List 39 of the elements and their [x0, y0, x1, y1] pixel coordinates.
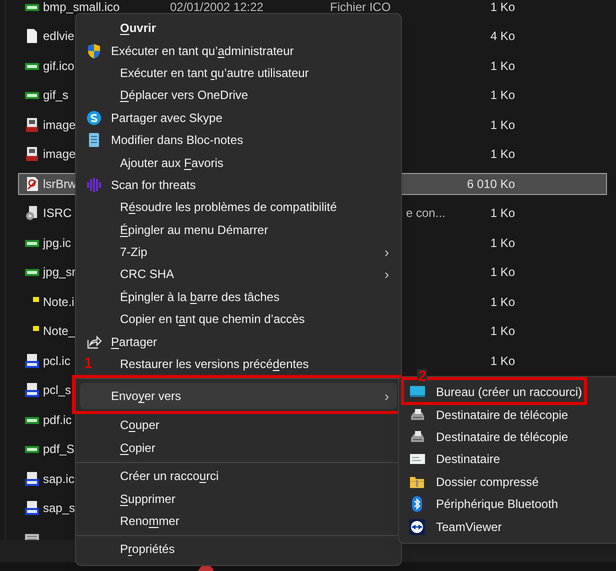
file-name: lsrBrw: [43, 176, 76, 191]
file-name: pcl_s: [43, 383, 72, 398]
file-size: 1 Ko: [490, 147, 515, 162]
file-date: 02/01/2002 12:22: [170, 0, 264, 14]
file-name: pdf.ic: [43, 412, 72, 427]
file-name: jpg.ic: [43, 236, 72, 250]
file-size: 1 Ko: [490, 324, 515, 338]
file-size: 6 010 Ko: [466, 176, 515, 191]
file-name: edlvie: [43, 29, 74, 44]
file-name: Note_: [43, 324, 76, 338]
file-size: 1 Ko: [490, 354, 515, 368]
file-name: sap_s: [43, 501, 76, 516]
file-name: pdf_S: [43, 442, 74, 456]
file-size: 1 Ko: [490, 88, 515, 102]
chevron-icon: ›: [384, 386, 389, 407]
callout-number: 2: [417, 369, 428, 384]
file-type: e con...: [406, 206, 446, 220]
file-size: 1 Ko: [490, 118, 515, 132]
chevron-icon: ›: [384, 242, 389, 263]
file-name: sap.ic: [43, 472, 74, 486]
file-size: 1 Ko: [490, 294, 515, 309]
file-name: jpg_sr: [43, 265, 76, 280]
file-name: image: [43, 147, 76, 162]
file-name: Note.i: [43, 294, 74, 309]
file-name: ISRC: [43, 206, 72, 220]
file-size: 1 Ko: [490, 265, 515, 280]
file-name: image: [43, 118, 76, 132]
file-name: gif_s: [43, 88, 68, 102]
file-size: 4 Ko: [490, 29, 515, 44]
callout-number: 1: [84, 356, 92, 372]
file-name: bmp_small.ico: [43, 0, 120, 14]
file-size: 1 Ko: [490, 206, 515, 220]
file-name: pcl.ic: [43, 354, 70, 368]
file-name: gif.ico: [43, 58, 74, 73]
file-size: 1 Ko: [490, 58, 515, 73]
file-type: Fichier ICO: [330, 0, 391, 14]
chevron-icon: ›: [384, 264, 389, 285]
file-size: 1 Ko: [490, 236, 515, 250]
file-size: 1 Ko: [490, 0, 515, 14]
